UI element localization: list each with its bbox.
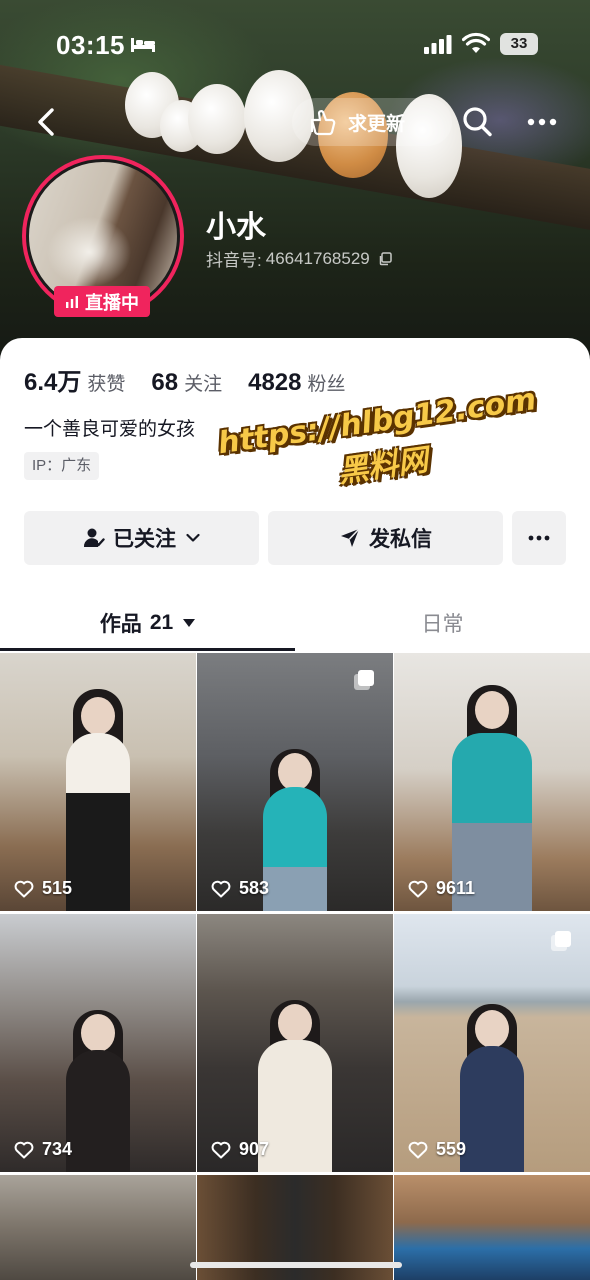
paper-plane-icon <box>341 528 360 547</box>
heart-icon <box>211 1141 231 1158</box>
heart-icon <box>14 880 34 897</box>
video-thumbnail[interactable] <box>0 1175 196 1280</box>
status-bar: 03:15 33 <box>0 0 590 88</box>
sleep-focus-icon <box>131 38 155 52</box>
multi-photo-icon <box>551 931 571 951</box>
tab-works-count: 21 <box>149 611 174 634</box>
more-options-icon[interactable] <box>524 108 560 136</box>
thumbnail-figure <box>278 753 312 791</box>
douyin-id[interactable]: 抖音号: 46641768529 <box>206 246 392 271</box>
profile-bio: 一个善良可爱的女孩 <box>24 419 196 440</box>
douyin-id-value: 46641768529 <box>265 248 370 268</box>
douyin-id-label: 抖音号: <box>206 251 262 270</box>
tab-works-label: 作品 <box>99 613 142 636</box>
profile-stats: 6.4万 获赞 68 关注 4828 粉丝 <box>24 362 372 397</box>
copy-icon[interactable] <box>378 251 392 266</box>
video-likes-count: 559 <box>436 1139 467 1159</box>
thumbnail-figure <box>66 733 130 911</box>
chevron-down-icon <box>186 533 200 542</box>
ip-location-tag: IP：广东 <box>24 452 100 480</box>
heart-icon <box>408 880 428 897</box>
banner-dog <box>188 84 246 154</box>
live-bars-icon <box>66 295 78 308</box>
more-actions-button[interactable] <box>512 511 566 565</box>
video-thumbnail[interactable]: 515 <box>0 653 196 911</box>
video-thumbnail[interactable]: 583 <box>197 653 393 911</box>
seek-update-button[interactable]: 求更新 <box>292 98 452 146</box>
live-badge-label: 直播中 <box>85 292 139 313</box>
wifi-icon <box>462 32 490 53</box>
heart-icon <box>14 1141 34 1158</box>
tab-works[interactable]: 作品 21 <box>0 596 295 650</box>
video-likes: 9611 <box>408 878 475 899</box>
tab-daily[interactable]: 日常 <box>295 596 590 650</box>
caret-down-icon[interactable] <box>183 619 196 627</box>
tab-active-indicator <box>0 648 295 651</box>
action-buttons: 已关注 发私信 <box>24 511 566 565</box>
multi-photo-icon <box>354 670 374 690</box>
thumbnail-figure <box>81 1014 115 1052</box>
search-icon[interactable] <box>460 104 494 140</box>
video-likes-count: 515 <box>42 878 73 898</box>
stat-following-label: 关注 <box>184 374 223 395</box>
stat-followers-label: 粉丝 <box>307 374 346 395</box>
video-likes: 559 <box>408 1139 466 1160</box>
stat-followers[interactable]: 4828 粉丝 <box>248 369 345 397</box>
thumbnail-figure <box>66 1050 130 1172</box>
video-thumbnail[interactable]: 734 <box>0 914 196 1172</box>
video-likes: 515 <box>14 878 72 899</box>
followed-label: 已关注 <box>113 528 176 551</box>
thumbnail-figure <box>475 1010 509 1048</box>
stat-following-value: 68 <box>151 369 179 396</box>
video-thumbnail[interactable]: 559 <box>394 914 590 1172</box>
heart-icon <box>211 880 231 897</box>
thumbnail-figure <box>475 691 509 729</box>
stat-likes-label: 获赞 <box>87 374 126 395</box>
home-indicator[interactable] <box>190 1262 402 1268</box>
tab-daily-label: 日常 <box>421 613 464 636</box>
video-likes-count: 734 <box>42 1139 73 1159</box>
signal-icon <box>424 35 452 54</box>
thumbnail-figure <box>258 1040 332 1172</box>
stat-likes-value: 6.4万 <box>24 369 82 396</box>
back-arrow-icon[interactable] <box>30 104 66 140</box>
thumbnail-figure <box>81 697 115 735</box>
live-badge[interactable]: 直播中 <box>54 286 150 317</box>
thumbnail-figure <box>278 1004 312 1042</box>
video-likes-count: 907 <box>239 1139 270 1159</box>
seek-update-label: 求更新 <box>348 113 406 135</box>
user-check-icon <box>83 528 105 547</box>
video-likes: 734 <box>14 1139 72 1160</box>
stat-following[interactable]: 68 关注 <box>151 369 222 397</box>
battery-indicator: 33 <box>500 33 538 55</box>
profile-name: 小水 <box>206 211 266 244</box>
video-likes: 583 <box>211 878 269 899</box>
thumbnail-figure <box>460 1046 524 1172</box>
watermark-overlay: https://hlbg12.com 黑料网 <box>216 382 544 507</box>
stat-likes[interactable]: 6.4万 获赞 <box>24 362 125 397</box>
video-likes-count: 583 <box>239 878 270 898</box>
video-likes: 907 <box>211 1139 269 1160</box>
pointing-hand-icon <box>310 110 336 136</box>
video-likes-count: 9611 <box>436 878 476 898</box>
heart-icon <box>408 1141 428 1158</box>
send-message-label: 发私信 <box>369 528 432 551</box>
followed-button[interactable]: 已关注 <box>24 511 259 565</box>
video-thumbnail[interactable]: 907 <box>197 914 393 1172</box>
send-message-button[interactable]: 发私信 <box>268 511 503 565</box>
video-grid: 515 583 9611 734 907 559 <box>0 653 590 1280</box>
content-tabs: 作品 21 日常 <box>0 596 590 651</box>
stat-followers-value: 4828 <box>248 369 302 396</box>
video-thumbnail[interactable] <box>394 1175 590 1280</box>
thumbnail-figure <box>263 787 327 911</box>
status-time: 03:15 <box>56 30 125 60</box>
ellipsis-icon <box>528 535 550 541</box>
video-thumbnail[interactable]: 9611 <box>394 653 590 911</box>
